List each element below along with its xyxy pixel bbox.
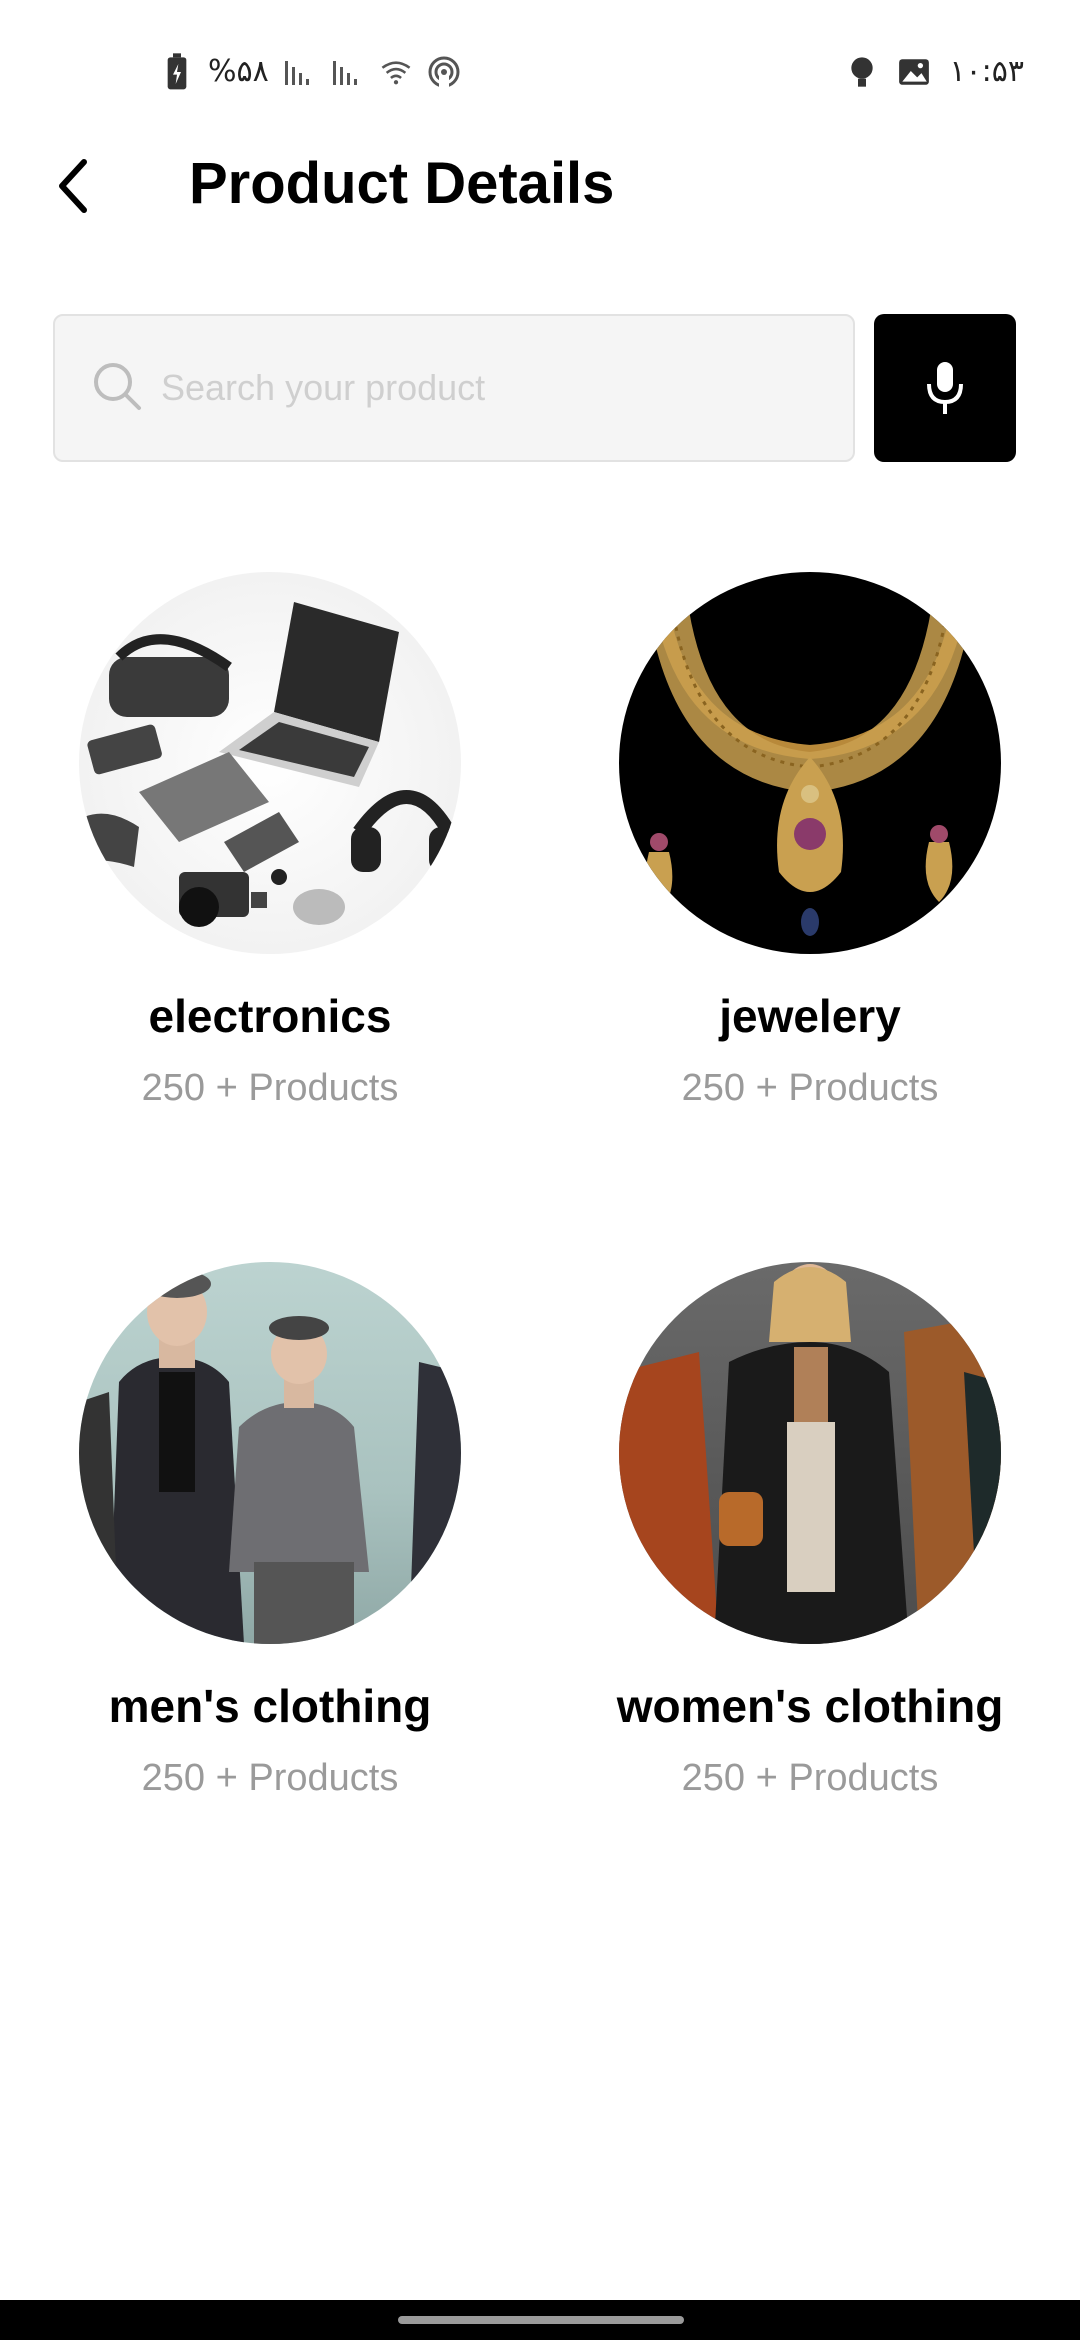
search-input[interactable] xyxy=(161,367,841,409)
signal-icon xyxy=(284,61,309,85)
category-count: 250 + Products xyxy=(681,1067,939,1109)
category-name: women's clothing xyxy=(616,1680,1004,1732)
signal-icon xyxy=(332,61,357,85)
category-count: 250 + Products xyxy=(141,1757,399,1799)
back-arrow-icon xyxy=(59,159,87,213)
notification-icon xyxy=(851,57,874,87)
status-bar-left: %۵۸ xyxy=(160,52,461,92)
search-box[interactable] xyxy=(53,314,855,462)
category-name: electronics xyxy=(148,990,392,1042)
voice-search-button[interactable] xyxy=(874,314,1016,462)
status-bar-right: ۱۰:۵۳ xyxy=(845,52,1024,92)
back-button[interactable] xyxy=(42,140,106,232)
category-name: jewelery xyxy=(719,990,901,1042)
category-card-womens-clothing[interactable]: women's clothing 250 + Products xyxy=(540,1262,1080,1802)
product-details-screen: %۵۸ ۱۰:۵۳ Product Details Search your pr… xyxy=(0,0,1080,2340)
status-bar: %۵۸ ۱۰:۵۳ xyxy=(0,0,1080,140)
category-card-jewelery[interactable]: jewelery 250 + Products xyxy=(540,572,1080,1112)
gallery-icon xyxy=(899,59,930,85)
electronics-image xyxy=(79,572,461,954)
hotspot-icon xyxy=(428,56,460,89)
home-indicator[interactable] xyxy=(398,2316,684,2324)
mens-clothing-image xyxy=(79,1262,461,1644)
microphone-icon xyxy=(927,362,963,414)
jewelery-image xyxy=(619,572,1001,954)
category-name: men's clothing xyxy=(108,1680,432,1732)
page-title: Product Details xyxy=(189,151,615,216)
wifi-icon xyxy=(381,61,411,85)
clock: ۱۰:۵۳ xyxy=(949,54,1024,89)
battery-icon xyxy=(167,53,187,90)
womens-clothing-image xyxy=(619,1262,1001,1644)
category-card-mens-clothing[interactable]: men's clothing 250 + Products xyxy=(0,1262,540,1802)
category-card-electronics[interactable]: electronics 250 + Products xyxy=(0,572,540,1112)
battery-percent: %۵۸ xyxy=(208,54,269,89)
search-icon xyxy=(94,363,141,410)
category-count: 250 + Products xyxy=(681,1757,939,1799)
category-count: 250 + Products xyxy=(141,1067,399,1109)
